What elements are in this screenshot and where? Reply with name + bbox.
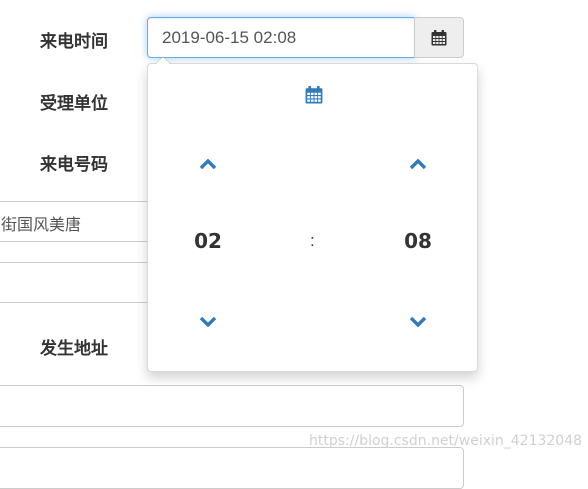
- increment-minute-button[interactable]: [398, 147, 438, 181]
- chevron-up-icon: [199, 158, 217, 170]
- description-input[interactable]: [0, 385, 464, 427]
- address-label: 发生地址: [40, 339, 108, 359]
- time-separator: :: [310, 231, 315, 250]
- watermark: https://blog.csdn.net/weixin_42132048: [309, 433, 583, 449]
- decrement-hour-button[interactable]: [188, 305, 228, 339]
- minute-value[interactable]: 08: [388, 229, 448, 253]
- decrement-minute-button[interactable]: [398, 305, 438, 339]
- address-detail-value: 街国风美唐: [1, 215, 82, 234]
- call-time-label: 来电时间: [40, 32, 108, 52]
- extra-input[interactable]: [0, 262, 164, 303]
- hour-value[interactable]: 02: [178, 229, 238, 253]
- address-detail-input[interactable]: 街国风美唐: [0, 201, 164, 242]
- switch-to-date-button[interactable]: [294, 78, 334, 112]
- time-picker-dropdown: 02 : 08: [147, 56, 478, 372]
- phone-label: 来电号码: [40, 155, 108, 175]
- remark-input[interactable]: [0, 447, 464, 489]
- calendar-toggle-button[interactable]: [414, 17, 464, 58]
- calendar-icon: [305, 86, 323, 104]
- chevron-up-icon: [409, 158, 427, 170]
- chevron-down-icon: [409, 316, 427, 328]
- dropdown-caret-inner: [156, 57, 170, 64]
- increment-hour-button[interactable]: [188, 147, 228, 181]
- unit-label: 受理单位: [40, 94, 108, 114]
- chevron-down-icon: [199, 316, 217, 328]
- call-time-input[interactable]: [147, 17, 415, 58]
- calendar-icon: [431, 29, 447, 45]
